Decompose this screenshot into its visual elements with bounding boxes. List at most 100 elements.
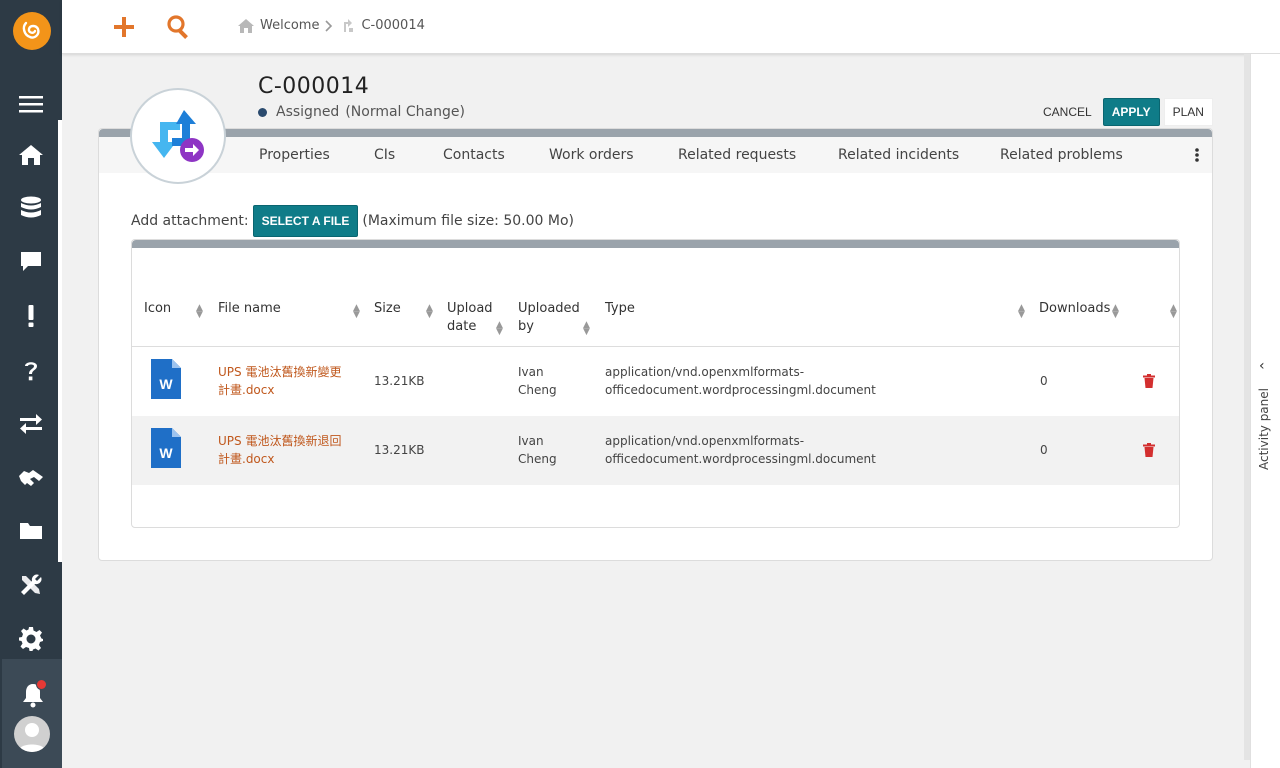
nav-settings[interactable] — [0, 613, 62, 665]
max-file-size-note: (Maximum file size: 50.00 Mo) — [362, 213, 574, 229]
nav-chat[interactable] — [0, 236, 62, 288]
more-vertical-icon — [1195, 148, 1199, 162]
tools-icon — [21, 574, 42, 595]
change-type: (Normal Change) — [345, 104, 465, 120]
file-type: application/vnd.openxmlformats-officedoc… — [605, 434, 876, 466]
notifications-button[interactable] — [2, 669, 64, 721]
select-file-button[interactable]: SELECT A FILE — [252, 205, 359, 237]
trash-icon[interactable] — [1143, 443, 1155, 457]
attachment-label: Add attachment: — [131, 213, 249, 229]
breadcrumb-welcome[interactable]: Welcome — [260, 18, 319, 33]
breadcrumb: Welcome C-000014 — [238, 18, 431, 33]
card-top-bar — [99, 129, 1212, 137]
breadcrumb-current: C-000014 — [361, 18, 425, 33]
gear-icon — [19, 627, 43, 651]
word-doc-icon[interactable]: W — [151, 359, 181, 399]
tab-related-incidents[interactable]: Related incidents — [838, 147, 959, 163]
col-upload-date[interactable]: Upload date — [447, 300, 499, 336]
search-button[interactable] — [164, 12, 194, 42]
nav-changes[interactable] — [0, 397, 62, 449]
home-icon — [19, 145, 43, 165]
avatar[interactable] — [14, 716, 50, 752]
sidebar — [0, 0, 62, 768]
col-type[interactable]: Type — [605, 300, 635, 318]
status-text: Assigned — [276, 104, 340, 120]
nav-database[interactable] — [0, 182, 62, 234]
col-downloads[interactable]: Downloads — [1039, 300, 1110, 318]
apply-button[interactable]: APPLY — [1102, 98, 1160, 126]
page-title: C-000014 — [258, 74, 370, 99]
nav-home[interactable] — [0, 129, 62, 181]
nav-contracts[interactable] — [0, 452, 62, 504]
folder-icon — [20, 523, 42, 539]
nav-tools[interactable] — [0, 559, 62, 611]
nav-help[interactable] — [0, 344, 62, 396]
tab-work-orders[interactable]: Work orders — [549, 147, 634, 163]
table-row[interactable]: W UPS 電池汰舊換新退回計畫.docx 13.21KB Ivan Cheng… — [132, 416, 1179, 485]
question-icon — [25, 362, 37, 381]
tab-related-problems[interactable]: Related problems — [1000, 147, 1123, 163]
download-count: 0 — [1040, 443, 1048, 457]
nav-incidents[interactable] — [0, 290, 62, 342]
orange-swirl-logo — [22, 21, 40, 39]
svg-text:W: W — [159, 445, 173, 461]
sort-icon[interactable]: ▲ ▼ — [426, 304, 433, 320]
plan-button[interactable]: PLAN — [1163, 98, 1213, 126]
uploaded-by: Ivan Cheng — [518, 434, 557, 466]
sort-icon[interactable]: ▲ ▼ — [583, 321, 590, 337]
chevron-left-icon[interactable]: ‹ — [1259, 358, 1265, 374]
attachment-row: Add attachment: SELECT A FILE (Maximum f… — [131, 205, 574, 237]
sort-icon[interactable]: ▲ ▼ — [496, 321, 503, 337]
file-size: 13.21KB — [374, 374, 425, 388]
sort-icon[interactable]: ▲ ▼ — [1112, 304, 1119, 320]
exclamation-icon — [28, 305, 34, 327]
database-icon — [21, 196, 41, 218]
tab-contacts[interactable]: Contacts — [443, 147, 505, 163]
top-bar: Welcome C-000014 — [62, 0, 1280, 54]
plus-icon — [114, 17, 134, 37]
uploaded-by: Ivan Cheng — [518, 365, 557, 397]
cancel-button[interactable]: CANCEL — [1036, 99, 1099, 125]
sort-icon[interactable]: ▲ ▼ — [1018, 304, 1025, 320]
table-header: Icon ▲ ▼ File name ▲ ▼ Size ▲ ▼ Upload date… — [132, 288, 1179, 347]
col-file-name[interactable]: File name — [218, 300, 281, 318]
svg-text:W: W — [159, 376, 173, 392]
trash-icon[interactable] — [1143, 374, 1155, 388]
file-size: 13.21KB — [374, 443, 425, 457]
user-icon — [18, 723, 46, 752]
table-top-bar — [132, 240, 1179, 248]
nav-files[interactable] — [0, 505, 62, 557]
attachments-table: Icon ▲ ▼ File name ▲ ▼ Size ▲ ▼ Upload date… — [131, 239, 1180, 528]
file-name-link[interactable]: UPS 電池汰舊換新退回計畫.docx — [218, 432, 346, 468]
sort-icon[interactable]: ▲ ▼ — [1170, 304, 1177, 320]
status: Assigned (Normal Change) — [258, 104, 465, 120]
change-icon — [344, 18, 354, 32]
add-button[interactable] — [109, 12, 139, 42]
col-uploaded-by[interactable]: Uploaded by — [518, 300, 580, 336]
home-icon — [238, 18, 254, 33]
chevron-right-icon — [325, 19, 333, 32]
tab-related-requests[interactable]: Related requests — [678, 147, 796, 163]
table-row[interactable]: W UPS 電池汰舊換新變更計畫.docx 13.21KB Ivan Cheng… — [132, 347, 1179, 416]
file-name-link[interactable]: UPS 電池汰舊換新變更計畫.docx — [218, 363, 346, 399]
sort-icon[interactable]: ▲ ▼ — [196, 304, 203, 320]
handshake-icon — [19, 470, 43, 486]
sidebar-scrollbar[interactable] — [58, 120, 62, 562]
tab-cis[interactable]: CIs — [374, 147, 395, 163]
menu-toggle[interactable] — [0, 78, 62, 130]
hamburger-icon — [19, 96, 43, 113]
download-count: 0 — [1040, 374, 1048, 388]
more-tabs-button[interactable] — [1194, 147, 1200, 167]
col-size[interactable]: Size — [374, 300, 401, 318]
word-doc-icon[interactable]: W — [151, 428, 181, 468]
activity-panel-label[interactable]: Activity panel — [1257, 388, 1271, 470]
chat-icon — [21, 252, 41, 271]
tab-bar: Properties CIs Contacts Work orders Rela… — [99, 137, 1212, 173]
status-dot-icon — [258, 107, 267, 117]
tab-properties[interactable]: Properties — [259, 147, 330, 163]
search-icon — [167, 15, 188, 39]
sort-icon[interactable]: ▲ ▼ — [353, 304, 360, 320]
col-icon[interactable]: Icon — [144, 300, 171, 318]
notification-badge — [36, 679, 47, 690]
app-logo[interactable] — [13, 12, 51, 50]
